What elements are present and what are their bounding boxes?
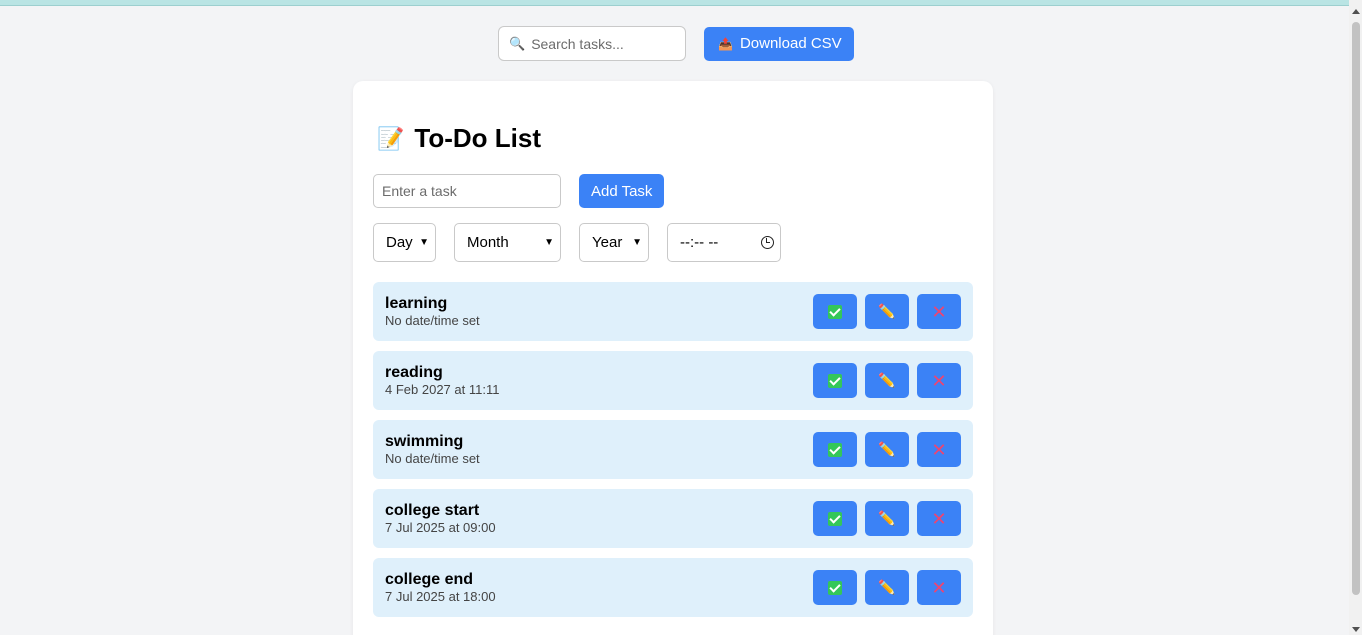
time-input-value: --:-- --: [680, 234, 719, 251]
task-input[interactable]: [373, 174, 561, 208]
task-item: reading 4 Feb 2027 at 11:11 ✏️ ✕: [373, 351, 973, 410]
delete-button[interactable]: ✕: [917, 363, 961, 398]
chevron-down-icon: ▼: [544, 237, 554, 248]
task-text: college end 7 Jul 2025 at 18:00: [385, 570, 496, 605]
toolbar: 🔍 📤 Download CSV: [498, 26, 854, 61]
search-box[interactable]: 🔍: [498, 26, 686, 61]
task-datetime: 7 Jul 2025 at 09:00: [385, 520, 496, 535]
scroll-down-arrow-icon[interactable]: [1352, 627, 1360, 632]
complete-button[interactable]: [813, 363, 857, 398]
pencil-icon: ✏️: [878, 372, 896, 388]
checkmark-icon: [828, 304, 842, 319]
complete-button[interactable]: [813, 294, 857, 329]
delete-button[interactable]: ✕: [917, 570, 961, 605]
task-actions: ✏️ ✕: [813, 363, 961, 398]
task-name: college start: [385, 502, 480, 519]
task-text: reading 4 Feb 2027 at 11:11: [385, 363, 499, 398]
day-select-value: Day: [386, 234, 413, 251]
vertical-scrollbar[interactable]: [1349, 0, 1362, 635]
scroll-up-arrow-icon[interactable]: [1352, 9, 1360, 14]
memo-icon: 📝: [377, 125, 405, 151]
page-title: 📝 To-Do List: [377, 123, 541, 154]
edit-button[interactable]: ✏️: [865, 501, 909, 536]
checkmark-icon: [828, 511, 842, 526]
task-actions: ✏️ ✕: [813, 570, 961, 605]
cross-icon: ✕: [931, 508, 947, 529]
month-select[interactable]: Month ▼: [454, 223, 561, 262]
task-datetime: 4 Feb 2027 at 11:11: [385, 382, 500, 397]
download-csv-button[interactable]: 📤 Download CSV: [704, 26, 854, 61]
checkmark-icon: [828, 442, 842, 457]
pencil-icon: ✏️: [878, 441, 896, 457]
task-name: swimming: [385, 433, 464, 450]
task-actions: ✏️ ✕: [813, 432, 961, 467]
cross-icon: ✕: [931, 301, 947, 322]
pencil-icon: ✏️: [878, 579, 896, 595]
year-select[interactable]: Year ▼: [579, 223, 649, 262]
delete-button[interactable]: ✕: [917, 501, 961, 536]
task-name: college end: [385, 571, 474, 588]
task-datetime: No date/time set: [385, 313, 480, 328]
edit-button[interactable]: ✏️: [865, 570, 909, 605]
edit-button[interactable]: ✏️: [865, 432, 909, 467]
day-select[interactable]: Day ▼: [373, 223, 436, 262]
pencil-icon: ✏️: [878, 303, 896, 319]
cross-icon: ✕: [931, 439, 947, 460]
add-task-button[interactable]: Add Task: [579, 174, 665, 208]
delete-button[interactable]: ✕: [917, 432, 961, 467]
chevron-down-icon: ▼: [632, 237, 642, 248]
task-list: learning No date/time set ✏️ ✕ reading 4…: [373, 282, 973, 627]
complete-button[interactable]: [813, 501, 857, 536]
delete-button[interactable]: ✕: [917, 294, 961, 329]
task-text: college start 7 Jul 2025 at 09:00: [385, 501, 496, 536]
csv-icon: 📤: [718, 36, 733, 51]
edit-button[interactable]: ✏️: [865, 294, 909, 329]
task-datetime: No date/time set: [385, 451, 480, 466]
clock-icon[interactable]: [761, 236, 774, 249]
cross-icon: ✕: [931, 370, 947, 391]
task-text: swimming No date/time set: [385, 432, 480, 467]
task-name: learning: [385, 295, 448, 312]
task-name: reading: [385, 364, 443, 381]
task-actions: ✏️ ✕: [813, 501, 961, 536]
checkmark-icon: [828, 580, 842, 595]
task-text: learning No date/time set: [385, 294, 480, 329]
todo-card: 📝 To-Do List Add Task Day ▼ Month ▼ Year…: [353, 81, 993, 635]
chevron-down-icon: ▼: [419, 237, 429, 248]
task-item: learning No date/time set ✏️ ✕: [373, 282, 973, 341]
top-strip: [0, 0, 1349, 6]
month-select-value: Month: [467, 234, 509, 251]
scrollbar-thumb[interactable]: [1352, 22, 1360, 595]
cross-icon: ✕: [931, 577, 947, 598]
date-row: Day ▼ Month ▼ Year ▼ --:-- --: [373, 223, 781, 262]
task-item: college start 7 Jul 2025 at 09:00 ✏️ ✕: [373, 489, 973, 548]
time-input[interactable]: --:-- --: [667, 223, 781, 262]
search-input[interactable]: [531, 35, 672, 52]
year-select-value: Year: [592, 234, 623, 251]
complete-button[interactable]: [813, 570, 857, 605]
download-csv-label: Download CSV: [739, 35, 842, 52]
task-datetime: 7 Jul 2025 at 18:00: [385, 589, 496, 604]
page-title-text: To-Do List: [414, 123, 542, 153]
magnifier-icon: 🔍: [509, 35, 526, 51]
task-item: college end 7 Jul 2025 at 18:00 ✏️ ✕: [373, 558, 973, 617]
pencil-icon: ✏️: [878, 510, 896, 526]
add-task-row: Add Task: [373, 174, 665, 208]
checkmark-icon: [828, 373, 842, 388]
complete-button[interactable]: [813, 432, 857, 467]
task-item: swimming No date/time set ✏️ ✕: [373, 420, 973, 479]
task-actions: ✏️ ✕: [813, 294, 961, 329]
edit-button[interactable]: ✏️: [865, 363, 909, 398]
